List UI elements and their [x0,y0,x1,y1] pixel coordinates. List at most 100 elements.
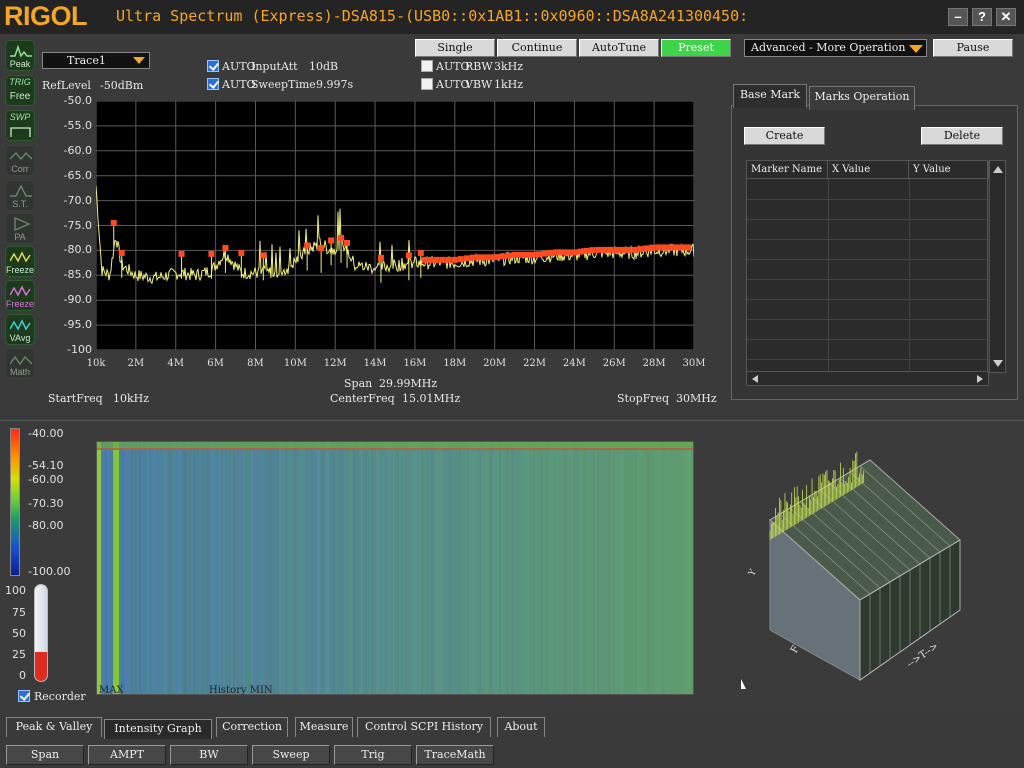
peak-button[interactable]: Peak [5,40,35,71]
tab-base-mark[interactable]: Base Mark [733,84,807,108]
peak-marker [571,249,578,256]
spectrum-plot[interactable] [95,100,695,351]
rbw-checkbox[interactable] [421,60,433,72]
y-tick-label: -60.0 [63,143,92,157]
help-button[interactable]: ? [972,8,992,26]
waterfall-min-label: History MIN [209,685,273,696]
freeze-all-button[interactable]: Freeze [5,280,35,311]
y-tick-label: -80.0 [63,243,92,257]
ampt-softkey[interactable]: AMPT [88,745,166,765]
intensity-waterfall[interactable]: MAX History MIN [96,441,694,696]
sweep-softkey[interactable]: Sweep [252,745,330,765]
tab-control-scpi-history[interactable]: Control SCPI History [357,717,491,737]
peak-marker [601,246,608,253]
pause-button[interactable]: Pause [933,39,1013,57]
marker-table-vscrollbar[interactable] [989,160,1006,373]
bw-softkey[interactable]: BW [170,745,248,765]
trace-select[interactable]: Trace1 [42,52,150,69]
trig-softkey[interactable]: Trig [334,745,412,765]
peak-marker [318,244,325,273]
peak-marker [595,246,602,253]
sweep-icon [10,127,31,137]
scroll-left-icon[interactable] [752,375,758,383]
trigger-button[interactable]: TRIG Free [5,75,35,106]
y-tick-label: -90.0 [63,293,92,307]
peak-marker [553,249,560,256]
scroll-right-icon[interactable] [977,375,983,383]
peak-marker [541,250,548,257]
minimize-button[interactable]: – [948,8,968,26]
trigger-top-label: TRIG [9,77,31,87]
advanced-operation-select[interactable]: Advanced - More Operation [744,39,927,57]
marker-table-hscrollbar[interactable] [746,371,989,386]
tab-about[interactable]: About [497,717,545,737]
x-tick-label: 18M [443,358,467,369]
peak-marker [118,249,125,278]
freeze-button[interactable]: Freeze [5,246,35,277]
center-freq-label: CenterFreq [330,392,395,405]
tab-marks-operation[interactable]: Marks Operation [809,86,915,110]
peak-marker [304,242,311,271]
tab-correction[interactable]: Correction [216,717,288,737]
close-button[interactable]: ✕ [996,8,1016,26]
peak-marker [625,246,632,253]
x-tick-label: 10k [86,358,106,369]
x-tick-label: 22M [523,358,547,369]
peak-marker [607,246,614,253]
y-tick-label: -85.0 [63,268,92,282]
y-tick-label: -75.0 [63,218,92,232]
spectrum-svg [95,100,695,351]
x-tick-label: 8M [247,358,264,369]
autotune-button[interactable]: AutoTune [579,39,659,57]
input-att-value: 10dB [309,60,339,73]
peak-marker [583,247,590,254]
gauge-label-75: 75 [12,606,26,619]
colorbar-label-3: -60.00 [28,473,64,486]
continue-button[interactable]: Continue [497,39,577,57]
sweep-time-checkbox[interactable] [207,78,219,90]
peak-marker [238,249,245,278]
3d-spectrogram-view[interactable]: Y F -->T--> [740,450,980,690]
peak-marker [475,254,482,261]
single-button[interactable]: Single [415,39,495,57]
vbw-checkbox[interactable] [421,78,433,90]
create-marker-button[interactable]: Create [744,127,825,145]
tab-measure[interactable]: Measure [295,717,353,737]
peak-icon [10,44,32,58]
tab-peak-valley[interactable]: Peak & Valley [6,717,102,737]
peak-marker [649,244,656,251]
delete-marker-button[interactable]: Delete [921,127,1003,145]
gauge-label-100: 100 [5,584,26,597]
marker-table: Marker Name X Value Y Value [746,160,989,374]
input-att-checkbox[interactable] [207,60,219,72]
peak-marker [451,256,458,263]
signal-track-button[interactable]: S.T. [5,180,35,211]
peak-marker [613,246,620,253]
math-button[interactable]: Math [5,348,35,379]
correction-button[interactable]: Corr [5,145,35,176]
scroll-down-icon[interactable] [993,360,1003,367]
tracemath-softkey[interactable]: TraceMath [416,745,494,765]
recorder-label: Recorder [34,690,86,703]
peak-marker [619,246,626,253]
peak-marker [457,256,464,263]
peak-marker [661,244,668,251]
peak-marker [499,253,506,260]
input-att-label: InputAtt [251,60,298,73]
peak-marker [529,251,536,258]
preamp-button[interactable]: PA [5,213,35,244]
tab-intensity-graph[interactable]: Intensity Graph [104,719,212,739]
preset-button[interactable]: Preset [661,39,731,57]
video-average-button[interactable]: VAvg [5,314,35,345]
video-average-label: VAvg [9,333,31,343]
span-softkey[interactable]: Span [6,745,84,765]
recorder-level-fill [35,652,47,681]
freeze-label: Freeze [6,265,35,275]
start-freq-label: StartFreq [48,392,103,405]
y-tick-label: -55.0 [63,118,92,132]
x-tick-label: 12M [323,358,347,369]
scroll-up-icon[interactable] [993,166,1003,173]
sweep-button[interactable]: SWP [5,110,35,141]
y-tick-label: -100 [67,343,92,356]
recorder-checkbox[interactable] [18,690,30,702]
